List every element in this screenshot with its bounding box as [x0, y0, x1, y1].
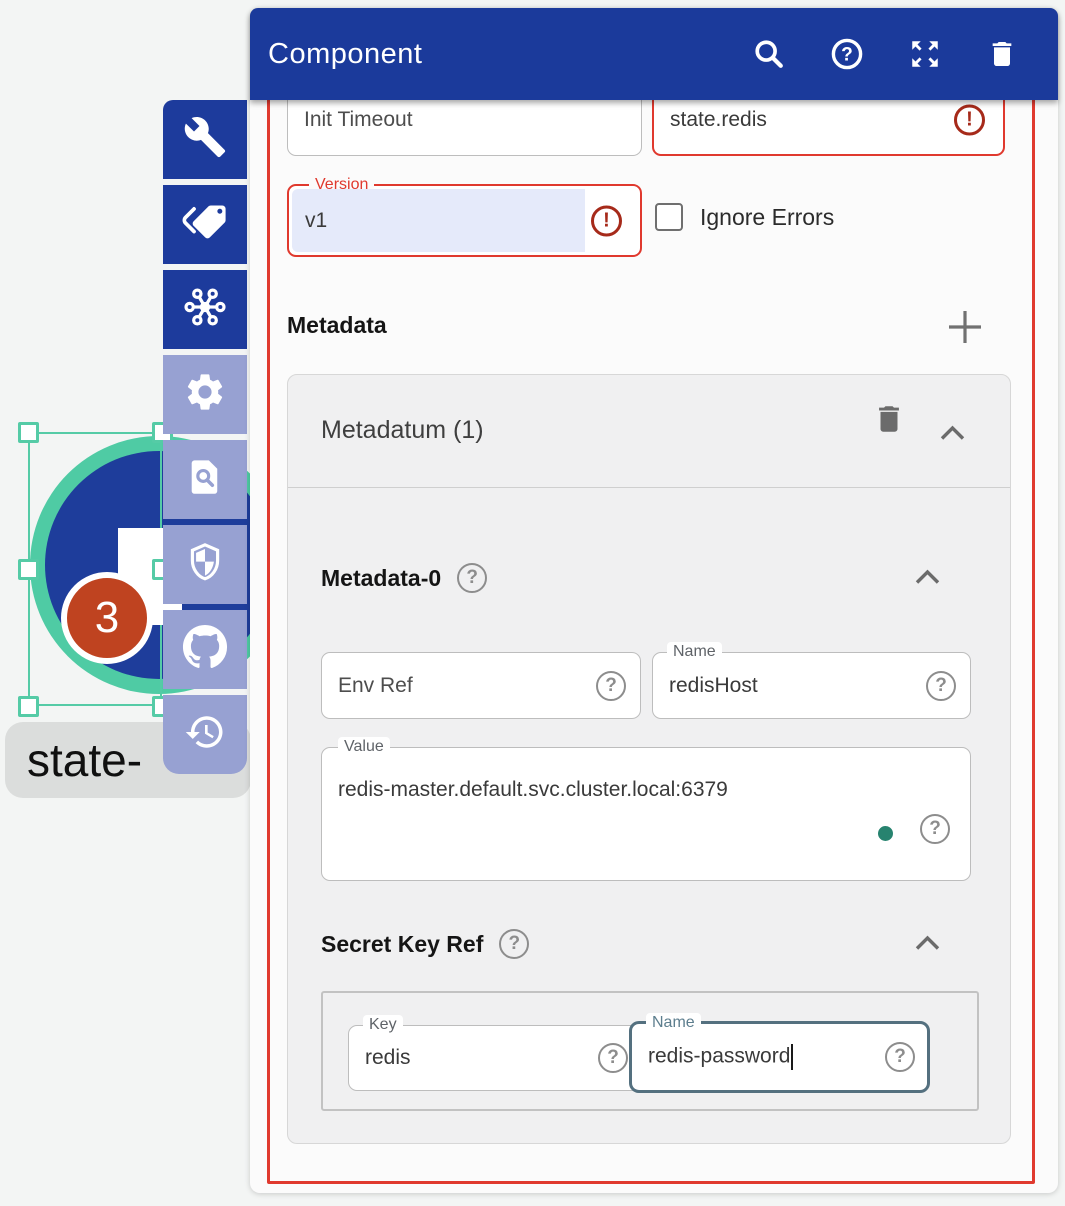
version-field[interactable]: Version v1 !	[287, 184, 642, 257]
error-icon: !	[954, 105, 985, 136]
panel-header: Component ?	[250, 8, 1058, 100]
metadatum-card: Metadatum (1) Metadata-0 ? Env Ref	[287, 374, 1011, 1144]
toolbar-button-security[interactable]	[163, 525, 247, 604]
secret-key-value: redis	[365, 1046, 411, 1070]
component-type-field[interactable]: state.redis !	[652, 100, 1005, 156]
metadata-heading: Metadata	[287, 312, 387, 339]
help-icon[interactable]: ?	[499, 929, 529, 959]
secret-name-value: redis-password	[648, 1044, 875, 1070]
secret-name-field-label: Name	[646, 1013, 701, 1033]
github-icon	[182, 624, 228, 675]
init-timeout-field[interactable]: Init Timeout	[287, 100, 642, 156]
expand-icon[interactable]	[908, 37, 942, 71]
metadata-value-field[interactable]: Value redis-master.default.svc.cluster.l…	[321, 747, 971, 881]
help-icon[interactable]: ?	[830, 37, 864, 71]
secret-key-ref-heading-row: Secret Key Ref ?	[321, 929, 529, 959]
selection-handle-mid-left[interactable]	[18, 559, 39, 580]
ignore-errors-label: Ignore Errors	[700, 202, 834, 232]
doc-search-icon	[184, 456, 226, 503]
add-metadata-button[interactable]	[944, 306, 986, 348]
version-value: v1	[305, 209, 327, 233]
collapse-metadatum-button[interactable]	[939, 425, 966, 441]
status-dot	[878, 826, 893, 841]
shield-icon	[184, 541, 226, 588]
toolbar-button-github[interactable]	[163, 610, 247, 689]
secret-key-ref-group: Key redis ? Name redis-password ?	[321, 991, 979, 1111]
panel-body: Init Timeout state.redis ! Version v1 ! …	[250, 100, 1058, 1193]
metadata0-heading-row: Metadata-0 ?	[321, 563, 487, 593]
secret-key-field[interactable]: Key redis ?	[348, 1025, 643, 1091]
metadata-name-value: redisHost	[669, 674, 758, 698]
help-icon[interactable]: ?	[885, 1042, 915, 1072]
autofill-highlight	[292, 189, 585, 252]
divider	[288, 487, 1010, 488]
error-count-badge: 3	[61, 572, 153, 664]
panel-title: Component	[250, 38, 422, 71]
trash-icon[interactable]	[986, 37, 1020, 71]
text-cursor	[791, 1044, 793, 1070]
component-properties-panel: Component ? Init Timeout	[250, 8, 1058, 1193]
selection-handle-bottom-left[interactable]	[18, 696, 39, 717]
toolbar-button-properties[interactable]	[163, 100, 247, 179]
key-field-label: Key	[363, 1015, 403, 1035]
tag-icon	[182, 200, 228, 249]
toolbar-button-inspect[interactable]	[163, 440, 247, 519]
error-icon: !	[591, 205, 622, 236]
toolbar-button-settings[interactable]	[163, 355, 247, 434]
hub-icon	[182, 284, 228, 335]
help-icon[interactable]: ?	[457, 563, 487, 593]
env-ref-placeholder: Env Ref	[338, 674, 413, 698]
svg-text:?: ?	[841, 45, 853, 66]
history-icon	[184, 711, 226, 758]
collapse-secret-key-ref-button[interactable]	[914, 935, 941, 951]
app-stage: 3 state-	[0, 0, 1065, 1206]
name-field-label: Name	[667, 642, 722, 662]
node-toolbar	[163, 100, 247, 780]
metadata-name-field[interactable]: Name redisHost ?	[652, 652, 971, 719]
init-timeout-placeholder: Init Timeout	[304, 108, 413, 132]
value-field-label: Value	[338, 737, 390, 757]
delete-metadatum-button[interactable]	[872, 402, 906, 436]
help-icon[interactable]: ?	[926, 671, 956, 701]
search-icon[interactable]	[752, 37, 786, 71]
env-ref-field[interactable]: Env Ref ?	[321, 652, 641, 719]
collapse-metadata0-button[interactable]	[914, 569, 941, 585]
metadata-value-text: redis-master.default.svc.cluster.local:6…	[338, 778, 728, 802]
metadatum-title: Metadatum (1)	[321, 416, 484, 445]
toolbar-button-history[interactable]	[163, 695, 247, 774]
toolbar-button-tags[interactable]	[163, 185, 247, 264]
secret-key-ref-heading: Secret Key Ref	[321, 931, 483, 958]
selection-handle-top-left[interactable]	[18, 422, 39, 443]
component-type-value: state.redis	[670, 108, 767, 132]
gear-icon	[183, 370, 227, 419]
toolbar-button-hub[interactable]	[163, 270, 247, 349]
secret-name-field[interactable]: Name redis-password ?	[629, 1021, 930, 1093]
help-icon[interactable]: ?	[598, 1043, 628, 1073]
wrench-icon	[183, 115, 227, 164]
help-icon[interactable]: ?	[920, 814, 950, 844]
metadata0-heading: Metadata-0	[321, 565, 441, 592]
ignore-errors-checkbox[interactable]	[655, 203, 683, 231]
help-icon[interactable]: ?	[596, 671, 626, 701]
